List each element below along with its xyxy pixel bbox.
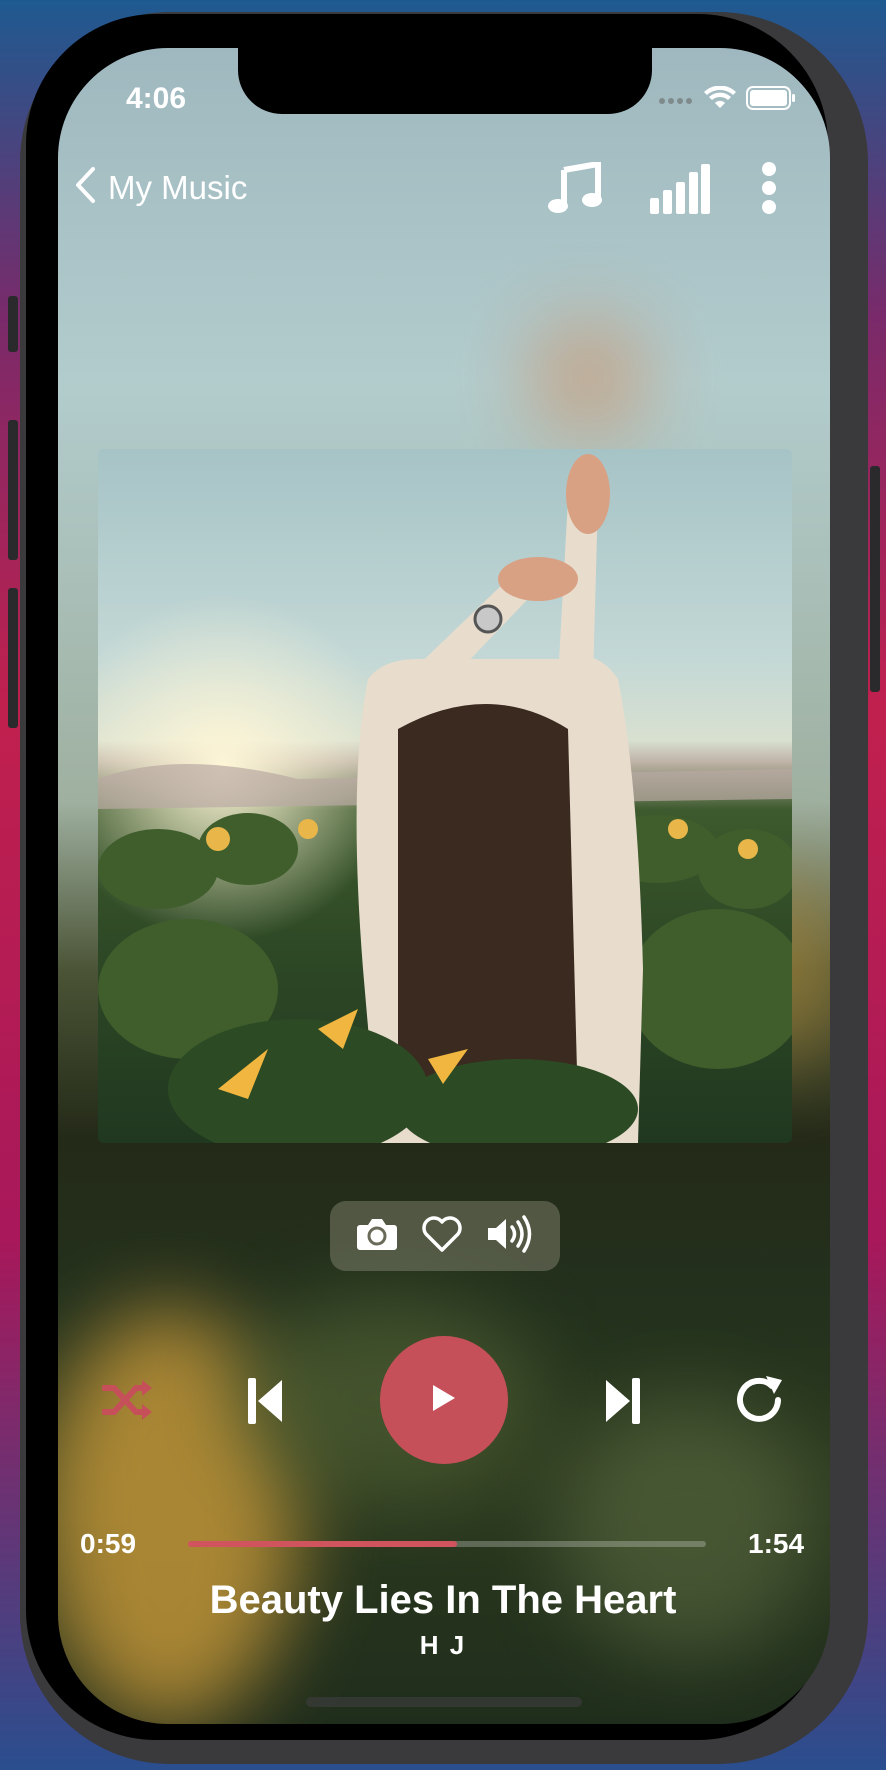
skip-previous-icon[interactable] (248, 1378, 284, 1424)
status-icons (658, 85, 796, 115)
music-note-icon[interactable] (548, 160, 602, 219)
heart-icon[interactable] (421, 1215, 463, 1258)
signal-bars-icon[interactable] (650, 162, 710, 219)
progress-bar[interactable] (188, 1541, 706, 1547)
battery-icon (746, 86, 796, 115)
duration-time: 1:54 (748, 1528, 805, 1559)
skip-next-icon[interactable] (604, 1378, 640, 1424)
repeat-icon[interactable] (734, 1374, 786, 1426)
quick-actions-bar (330, 1201, 560, 1271)
album-art (98, 449, 792, 1143)
side-button (8, 588, 18, 728)
home-indicator[interactable] (306, 1697, 582, 1707)
volume-icon[interactable] (486, 1214, 534, 1258)
side-button (8, 420, 18, 560)
elapsed-time: 0:59 (80, 1528, 137, 1559)
chevron-left-icon (74, 166, 96, 209)
signal-dots-icon (658, 92, 694, 110)
play-button[interactable] (380, 1336, 508, 1464)
back-button[interactable]: My Music (74, 166, 247, 209)
play-icon (431, 1383, 457, 1418)
back-label: My Music (108, 168, 248, 206)
track-artist: H J (419, 1630, 467, 1660)
side-button (870, 466, 880, 692)
notch (238, 48, 652, 114)
track-title: Beauty Lies In The Heart (209, 1578, 677, 1622)
background-blur (528, 318, 648, 438)
camera-icon[interactable] (356, 1217, 398, 1256)
status-time: 4:06 (126, 82, 187, 115)
more-vertical-icon[interactable] (758, 162, 780, 219)
shuffle-icon[interactable] (102, 1378, 154, 1422)
progress-fill (188, 1541, 458, 1547)
side-button (8, 296, 18, 352)
wifi-icon (704, 85, 736, 115)
